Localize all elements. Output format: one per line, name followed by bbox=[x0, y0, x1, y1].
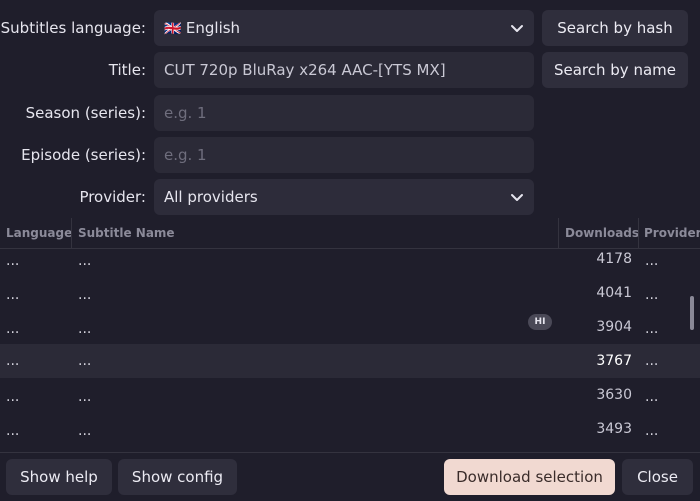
title-input[interactable]: CUT 720p BluRay x264 AAC-[YTS MX] bbox=[154, 52, 534, 88]
title-label: Title: bbox=[108, 61, 146, 79]
cell-language: ... bbox=[6, 253, 20, 269]
chevron-down-icon bbox=[511, 25, 523, 32]
column-header-subtitle-name[interactable]: Subtitle Name bbox=[78, 218, 175, 248]
subtitles-language-label: Subtitles language: bbox=[0, 19, 146, 37]
cell-language: ... bbox=[6, 353, 20, 369]
column-header-downloads[interactable]: Downloads bbox=[565, 218, 639, 248]
table-row[interactable]: ... ... 3630 ... bbox=[0, 384, 700, 418]
cell-subtitle-name: ... bbox=[78, 353, 92, 369]
cell-subtitle-name: ... bbox=[78, 287, 92, 303]
column-divider[interactable] bbox=[71, 218, 72, 248]
provider-select[interactable]: All providers bbox=[154, 179, 534, 215]
table-scrollbar[interactable] bbox=[690, 296, 694, 330]
title-input-value: CUT 720p BluRay x264 AAC-[YTS MX] bbox=[164, 61, 446, 79]
episode-placeholder: e.g. 1 bbox=[164, 146, 207, 164]
column-header-language[interactable]: Language bbox=[6, 218, 72, 248]
cell-subtitle-name: ... bbox=[78, 423, 92, 439]
show-config-button[interactable]: Show config bbox=[118, 459, 237, 495]
cell-provider: ... bbox=[645, 287, 659, 303]
season-placeholder: e.g. 1 bbox=[164, 104, 207, 122]
season-label: Season (series): bbox=[25, 104, 146, 122]
provider-value: All providers bbox=[164, 188, 258, 206]
search-by-hash-button[interactable]: Search by hash bbox=[542, 10, 688, 46]
column-divider[interactable] bbox=[558, 218, 559, 248]
season-input[interactable]: e.g. 1 bbox=[154, 95, 534, 131]
cell-language: ... bbox=[6, 423, 20, 439]
cell-downloads: 4041 bbox=[596, 285, 632, 301]
cell-subtitle-name: ... bbox=[78, 389, 92, 405]
episode-input[interactable]: e.g. 1 bbox=[154, 137, 534, 173]
cell-downloads: 3767 bbox=[596, 353, 632, 369]
results-table-header: Language Subtitle Name Downloads Provide… bbox=[0, 218, 700, 249]
cell-provider: ... bbox=[645, 321, 659, 337]
column-header-provider[interactable]: Provider bbox=[644, 218, 700, 248]
hearing-impaired-badge: HI bbox=[528, 314, 552, 330]
cell-downloads: 3493 bbox=[596, 421, 632, 437]
cell-downloads: 3904 bbox=[596, 319, 632, 335]
episode-label: Episode (series): bbox=[21, 146, 146, 164]
download-selection-button[interactable]: Download selection bbox=[444, 459, 615, 495]
cell-language: ... bbox=[6, 321, 20, 337]
subtitles-language-select[interactable]: 🇬🇧 English bbox=[154, 10, 534, 46]
cell-provider: ... bbox=[645, 253, 659, 269]
cell-provider: ... bbox=[645, 353, 659, 369]
table-row[interactable]: ... ... 4041 ... bbox=[0, 282, 700, 316]
column-divider[interactable] bbox=[638, 218, 639, 248]
show-help-button[interactable]: Show help bbox=[6, 459, 112, 495]
cell-provider: ... bbox=[645, 389, 659, 405]
table-row[interactable]: ... ... 4178 ... bbox=[0, 248, 700, 282]
close-button[interactable]: Close bbox=[622, 459, 693, 495]
cell-provider: ... bbox=[645, 423, 659, 439]
cell-downloads: 3630 bbox=[596, 387, 632, 403]
cell-subtitle-name: ... bbox=[78, 253, 92, 269]
search-by-name-button[interactable]: Search by name bbox=[542, 52, 688, 88]
footer-bar: Show help Show config Download selection… bbox=[0, 452, 700, 501]
cell-language: ... bbox=[6, 389, 20, 405]
table-row[interactable]: ... ... 3493 ... bbox=[0, 418, 700, 452]
cell-downloads: 4178 bbox=[596, 251, 632, 267]
cell-language: ... bbox=[6, 287, 20, 303]
table-row-selected[interactable]: ... ... 3767 ... bbox=[0, 344, 700, 378]
chevron-down-icon bbox=[511, 194, 523, 201]
subtitles-language-value: English bbox=[185, 19, 241, 37]
uk-flag-icon: 🇬🇧 bbox=[164, 21, 186, 37]
cell-subtitle-name: ... bbox=[78, 321, 92, 337]
results-table-body: ... ... 4178 ... ... ... 4041 ... ... ..… bbox=[0, 248, 700, 452]
provider-label: Provider: bbox=[79, 188, 146, 206]
